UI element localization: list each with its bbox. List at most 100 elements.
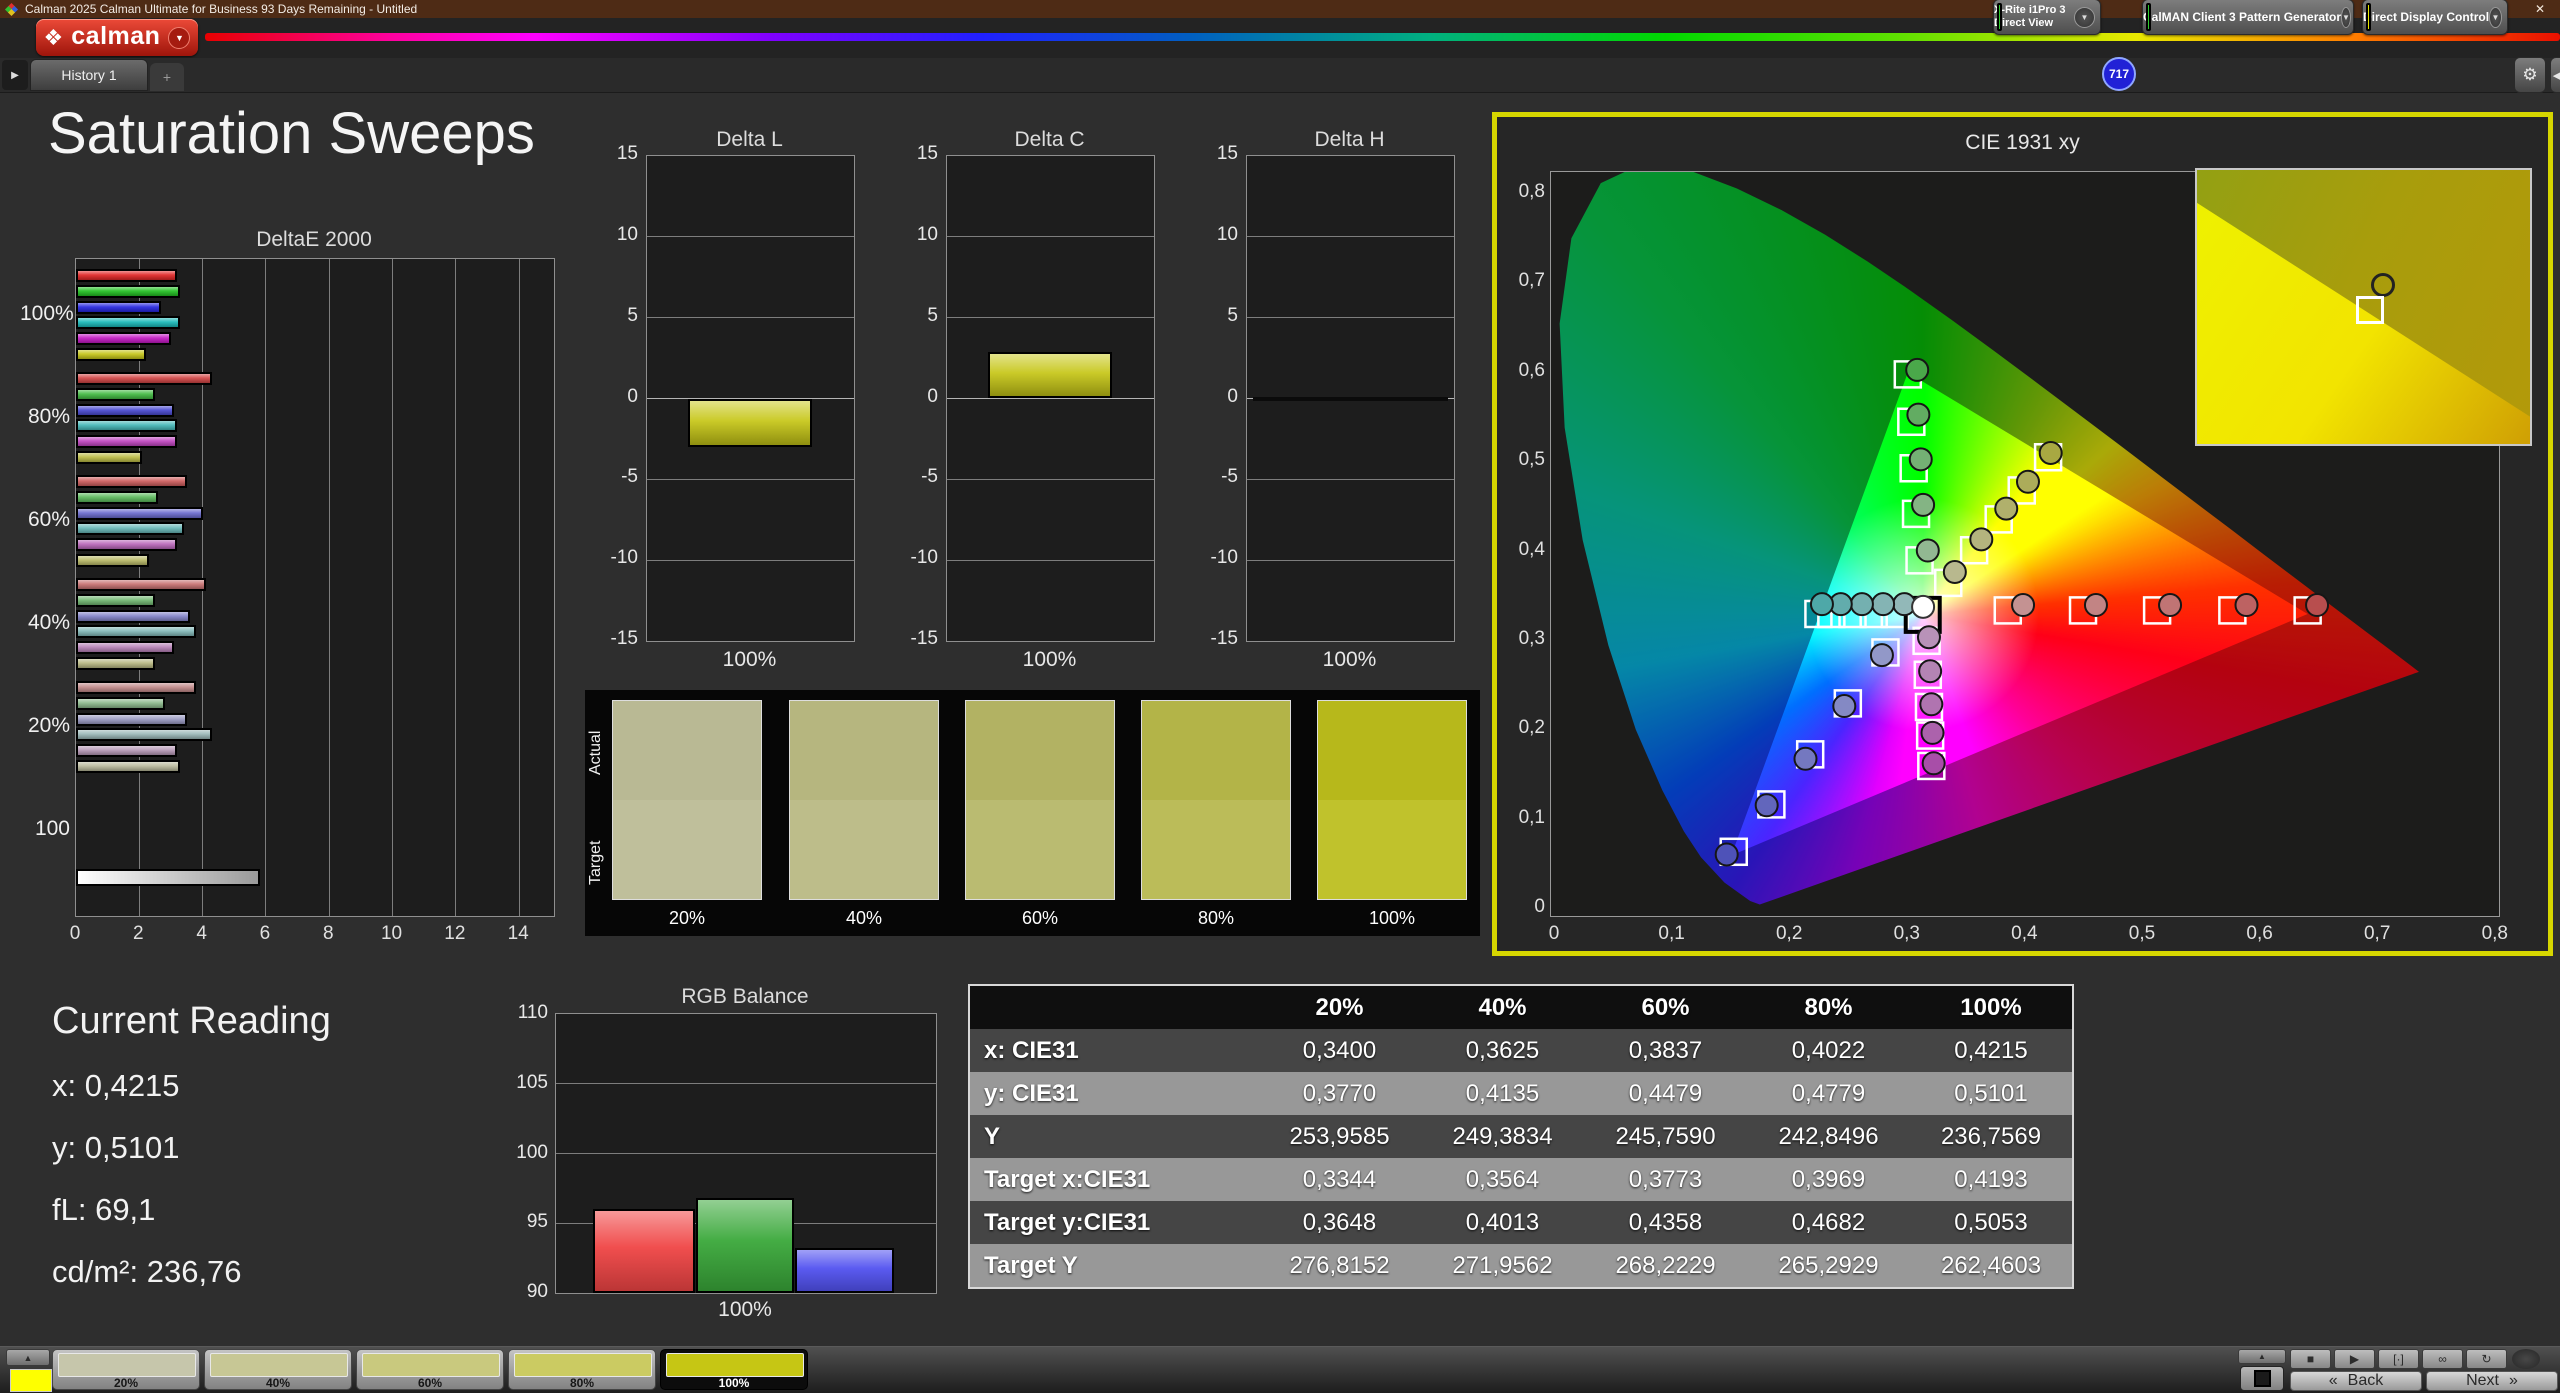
- swatch-level-label: 20%: [612, 908, 762, 929]
- value-cell: 0,4779: [1747, 1072, 1910, 1115]
- transport-continuous-button[interactable]: ∞: [2422, 1349, 2463, 1369]
- y-tick-label: -10: [1196, 547, 1238, 569]
- chevron-down-icon: ▼: [2341, 7, 2351, 28]
- bar: [76, 657, 155, 670]
- gridline: [947, 317, 1154, 318]
- pattern-swatch: [210, 1353, 348, 1377]
- y-tick-label: 15: [896, 143, 938, 165]
- swatch-level-label: 60%: [965, 908, 1115, 929]
- meter-dropdown[interactable]: X-Rite i1Pro 3Direct View ▼: [1993, 0, 2101, 35]
- y-tick-label: 105: [500, 1072, 548, 1094]
- pattern-generator-dropdown[interactable]: CalMAN Client 3 Pattern Generator ▼: [2142, 0, 2354, 35]
- red-measured-point: [2012, 594, 2034, 616]
- row-label-cell: x: CIE31: [970, 1029, 1258, 1072]
- collapse-panel-icon[interactable]: ◀: [2550, 57, 2560, 93]
- pattern-swatch: [58, 1353, 196, 1377]
- y-tick-label: 5: [1196, 305, 1238, 327]
- header-cell: 100%: [1910, 986, 2072, 1029]
- status-knob: [2512, 1349, 2540, 1369]
- gridline: [556, 1083, 936, 1084]
- y-tick-label: 0,1: [1505, 807, 1545, 829]
- chevron-down-icon: ▼: [2489, 7, 2502, 28]
- actual-swatch: [613, 701, 761, 800]
- transport-play-button[interactable]: ▶: [2334, 1349, 2375, 1369]
- bar: [76, 554, 149, 567]
- page-title: Saturation Sweeps: [48, 100, 535, 167]
- pattern-button-80%[interactable]: 80%: [508, 1349, 656, 1390]
- pattern-panel-expand-button[interactable]: ▲: [6, 1349, 50, 1366]
- gridline: [265, 259, 266, 916]
- calman-menu-button[interactable]: ❖ calman ▼: [36, 19, 198, 56]
- tab-history-1[interactable]: History 1: [30, 59, 148, 91]
- category-label: 100%: [20, 302, 70, 326]
- y-tick-label: 0,3: [1505, 628, 1545, 650]
- blue-measured-point: [1756, 794, 1778, 816]
- cie-1931-xy-chart[interactable]: CIE 1931 xy0,80,70,60,50,40,30,20,1000,1…: [1492, 112, 2553, 956]
- gridline: [1247, 479, 1454, 480]
- back-button[interactable]: « Back: [2290, 1371, 2422, 1391]
- y-tick-label: 0: [896, 386, 938, 408]
- display-control-dropdown[interactable]: Direct Display Control ▼: [2362, 0, 2508, 35]
- y-tick-label: -15: [896, 628, 938, 650]
- swatch-pair: [1141, 700, 1291, 900]
- table-row: Target Y276,8152271,9562268,2229265,2929…: [970, 1244, 2072, 1287]
- chart-title: DeltaE 2000: [75, 228, 553, 252]
- value-cell: 0,3837: [1584, 1029, 1747, 1072]
- value-cell: 0,4135: [1421, 1072, 1584, 1115]
- bottom-bar: ▲ 20%40% 60% 80%100% ▲ ■▶[·]∞↻ « Back Next…: [0, 1346, 2560, 1393]
- transport-range-button[interactable]: [·]: [2378, 1349, 2419, 1369]
- x-tick-label: 10: [372, 923, 412, 945]
- gridline: [392, 259, 393, 916]
- pattern-label: 60%: [357, 1376, 503, 1390]
- value-cell: 249,3834: [1421, 1115, 1584, 1158]
- pattern-button-60%[interactable]: 60%: [356, 1349, 504, 1390]
- tab-scroll-button[interactable]: ▶: [2, 60, 28, 90]
- x-tick-label: 0,6: [2236, 923, 2284, 945]
- magenta-measured-point: [1919, 660, 1941, 682]
- pattern-swatch: [514, 1353, 652, 1377]
- y-tick-label: 0,7: [1505, 270, 1545, 292]
- y-tick-label: -15: [596, 628, 638, 650]
- y-tick-label: 0,5: [1505, 449, 1545, 471]
- pattern-button-100%[interactable]: 100%: [660, 1349, 808, 1390]
- pattern-button-20%[interactable]: 20%: [52, 1349, 200, 1390]
- transport-panel-expand-button[interactable]: ▲: [2238, 1349, 2286, 1364]
- table-row: x: CIE310,34000,36250,38370,40220,4215: [970, 1029, 2072, 1072]
- display-status-bar: [2366, 3, 2371, 31]
- bar: [688, 399, 812, 448]
- gear-icon[interactable]: ⚙: [2514, 57, 2546, 93]
- gridline: [1247, 236, 1454, 237]
- bar: [76, 625, 196, 638]
- target-swatch: [1318, 800, 1466, 899]
- close-button[interactable]: ✕: [2520, 0, 2560, 18]
- green-measured-point: [1912, 494, 1934, 516]
- bar: [76, 388, 155, 401]
- bar: [76, 435, 177, 448]
- meter-status-bar: [1997, 3, 2002, 31]
- delta-c-chart: Delta C151050-5-10-15100%: [896, 128, 1196, 703]
- delta-h-chart: Delta H151050-5-10-15100%: [1196, 128, 1496, 703]
- y-tick-label: -5: [596, 466, 638, 488]
- value-cell: 276,8152: [1258, 1244, 1421, 1287]
- bar: [76, 760, 180, 773]
- reading-fl: fL: 69,1: [52, 1192, 155, 1228]
- next-button[interactable]: Next »: [2426, 1371, 2558, 1391]
- actual-swatch: [966, 701, 1114, 800]
- actual-row-label: Actual: [587, 705, 609, 800]
- gridline: [455, 259, 456, 916]
- tab-bar: ▶ History 1 +: [0, 58, 2560, 93]
- transport-stop-button[interactable]: ■: [2290, 1349, 2331, 1369]
- x-tick-label: 0: [55, 923, 95, 945]
- value-cell: 0,4193: [1910, 1158, 2072, 1201]
- value-cell: 0,3564: [1421, 1158, 1584, 1201]
- cyan-measured-point: [1811, 593, 1833, 615]
- transport-repeat-button[interactable]: ↻: [2466, 1349, 2507, 1369]
- inset-target-marker: [2356, 296, 2384, 324]
- pattern-button-40%[interactable]: 40%: [204, 1349, 352, 1390]
- y-tick-label: 100: [500, 1142, 548, 1164]
- bar: [76, 451, 142, 464]
- stop-measurement-button[interactable]: [2240, 1366, 2284, 1391]
- x-tick-label: 14: [498, 923, 538, 945]
- category-label: 80%: [20, 405, 70, 429]
- add-tab-button[interactable]: +: [150, 63, 184, 91]
